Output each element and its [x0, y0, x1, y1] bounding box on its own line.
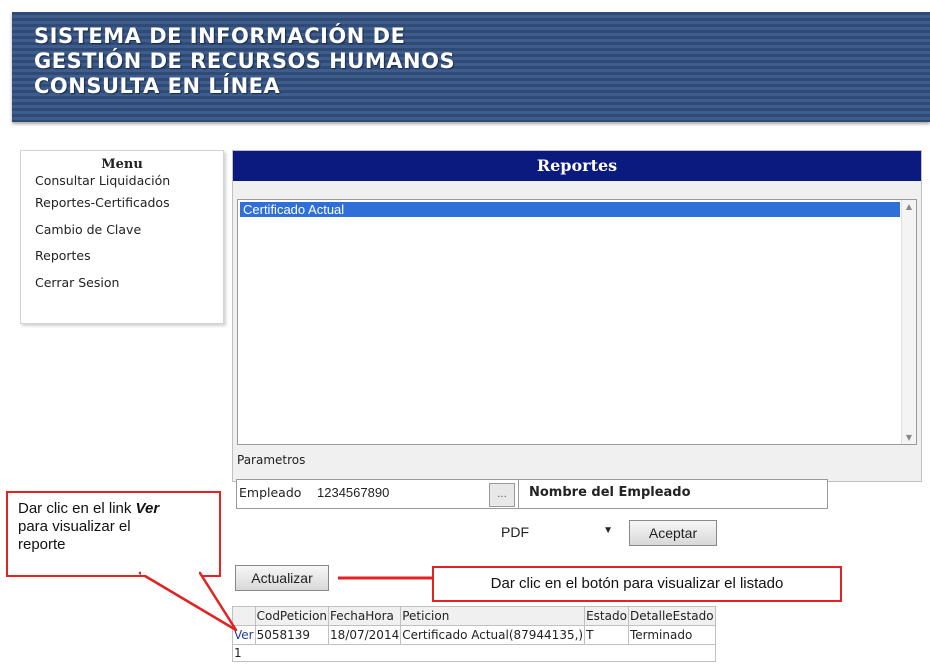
- column-header-codpeticion: CodPeticion: [254, 606, 330, 626]
- callout-left-line3: reporte: [18, 536, 66, 553]
- nombre-empleado-text: Nombre del Empleado: [529, 485, 691, 500]
- reportes-panel: Reportes Certificado Actual ▲ ▼ Parametr…: [232, 150, 922, 482]
- nombre-empleado-field: Nombre del Empleado: [518, 479, 828, 509]
- pager-page-1[interactable]: 1: [232, 644, 716, 662]
- table-header-row: CodPeticion FechaHora Peticion Estado De…: [232, 606, 716, 626]
- actualizar-button[interactable]: Actualizar: [235, 565, 329, 591]
- column-header-peticion: Peticion: [400, 606, 586, 626]
- title-line-2: GESTIÓN DE RECURSOS HUMANOS: [34, 49, 456, 73]
- column-header-estado: Estado: [584, 606, 629, 626]
- header-banner: SISTEMA DE INFORMACIÓN DE GESTIÓN DE REC…: [12, 12, 930, 122]
- format-select[interactable]: PDF ▼: [493, 519, 619, 545]
- parametros-label: Parametros: [237, 453, 306, 467]
- title-line-3: CONSULTA EN LÍNEA: [34, 74, 281, 98]
- menu-item-consultar-liquidacion[interactable]: Consultar Liquidación: [35, 172, 223, 190]
- callout-right-text: Dar clic en el botón para visualizar el …: [490, 575, 784, 592]
- empleado-label: Empleado: [239, 485, 302, 500]
- menu-item-reportes-certificados[interactable]: Reportes-Certificados: [35, 190, 223, 217]
- column-header-fechahora: FechaHora: [328, 606, 402, 626]
- format-select-value: PDF: [501, 524, 529, 540]
- chevron-down-icon: ▼: [603, 525, 613, 536]
- cell-estado: T: [584, 625, 629, 645]
- menu-item-cambio-de-clave[interactable]: Cambio de Clave: [35, 217, 223, 244]
- scroll-down-icon[interactable]: ▼: [902, 433, 916, 442]
- callout-left-pointer: [138, 571, 238, 632]
- cell-peticion: Certificado Actual(87944135,): [400, 625, 586, 645]
- panel-title: Reportes: [233, 151, 921, 181]
- scroll-up-icon[interactable]: ▲: [902, 202, 916, 211]
- menu-item-cerrar-sesion[interactable]: Cerrar Sesion: [35, 270, 223, 297]
- column-header-action: [232, 606, 256, 626]
- report-listbox[interactable]: Certificado Actual ▲ ▼: [237, 199, 917, 445]
- callout-actualizar: Dar clic en el botón para visualizar el …: [432, 566, 842, 602]
- peticiones-table: CodPeticion FechaHora Peticion Estado De…: [232, 606, 716, 662]
- ver-link[interactable]: Ver: [232, 625, 256, 645]
- empleado-row: Empleado 1234567890: [236, 479, 531, 509]
- sidebar-menu: Menu Consultar Liquidación Reportes-Cert…: [20, 150, 224, 324]
- menu-item-reportes[interactable]: Reportes: [35, 243, 223, 270]
- callout-ver-link: Dar clic en el link Ver para visualizar …: [6, 491, 221, 577]
- pager-row: 1: [232, 644, 716, 662]
- table-row: Ver 5058139 18/07/2014 Certificado Actua…: [232, 625, 716, 645]
- empleado-lookup-button[interactable]: ...: [489, 483, 515, 507]
- column-header-detalleestado: DetalleEstado: [627, 606, 716, 626]
- empleado-input[interactable]: 1234567890: [317, 485, 389, 500]
- cell-codpeticion: 5058139: [254, 625, 330, 645]
- callout-left-line2: para visualizar el: [18, 518, 131, 535]
- title-line-1: SISTEMA DE INFORMACIÓN DE: [34, 24, 406, 48]
- app-title: SISTEMA DE INFORMACIÓN DE GESTIÓN DE REC…: [34, 24, 554, 99]
- menu-title: Menu: [101, 157, 143, 172]
- callout-left-emphasis: Ver: [135, 500, 160, 517]
- aceptar-button[interactable]: Aceptar: [629, 520, 717, 546]
- cell-detalleestado: Terminado: [627, 625, 716, 645]
- cell-fechahora: 18/07/2014: [328, 625, 402, 645]
- list-item-certificado-actual[interactable]: Certificado Actual: [240, 202, 900, 217]
- callout-left-line1: Dar clic en el link: [18, 500, 136, 517]
- listbox-scrollbar[interactable]: ▲ ▼: [901, 200, 916, 444]
